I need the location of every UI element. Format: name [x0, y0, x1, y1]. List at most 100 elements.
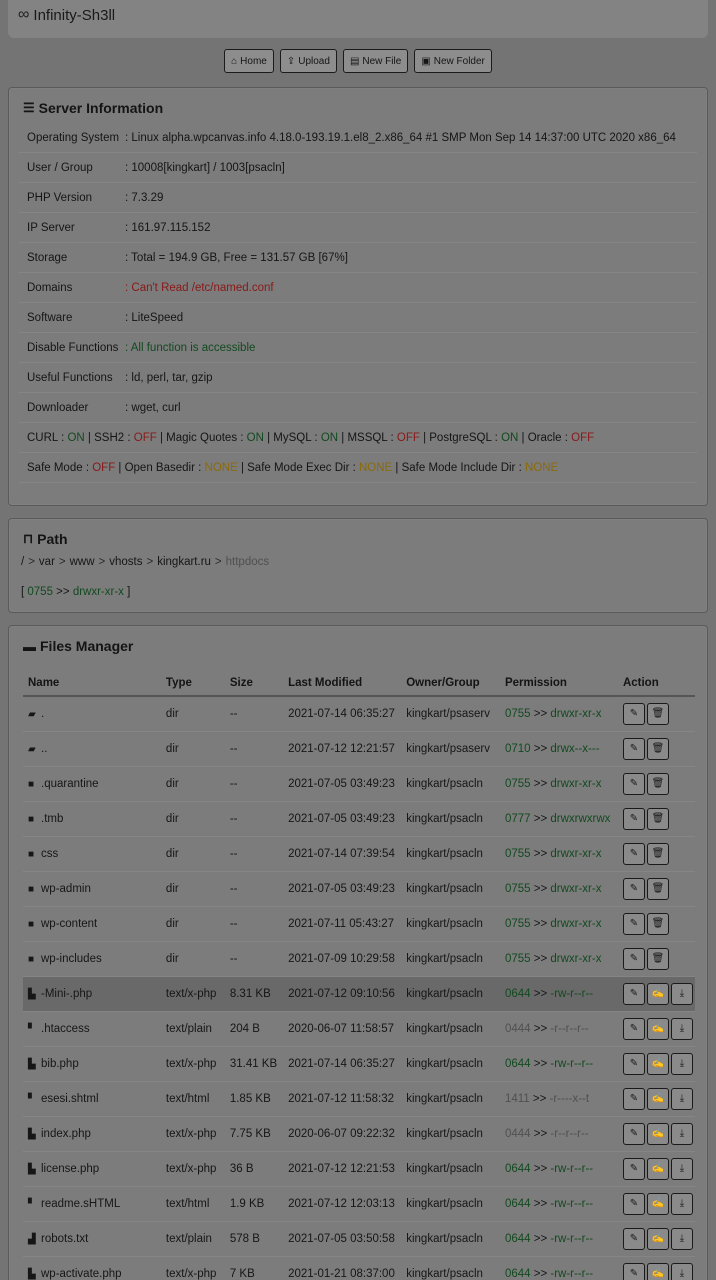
file-name[interactable]: .htaccess: [41, 1023, 90, 1035]
file-row[interactable]: ▟ robots.txt text/plain 578 B 2021-07-05 03:…: [23, 1221, 695, 1257]
file-name-cell[interactable]: ■ wp-admin: [23, 871, 161, 907]
file-row[interactable]: ■ wp-content dir -- 2021-07-11 05:43:27 kingk…: [23, 906, 695, 942]
download-button[interactable]: ⤓: [670, 1227, 693, 1250]
rename-button[interactable]: ✎: [622, 702, 645, 725]
file-permission[interactable]: 0755 >> drwxr-xr-x: [499, 766, 618, 802]
file-permission[interactable]: 0755 >> drwxr-xr-x: [499, 696, 618, 732]
rename-button[interactable]: ✎: [622, 807, 645, 830]
edit-file-button[interactable]: ✍: [646, 982, 669, 1005]
delete-button[interactable]: 🗑: [646, 772, 669, 795]
file-name[interactable]: readme.sHTML: [41, 1198, 120, 1210]
home-button[interactable]: ⌂ Home: [224, 49, 274, 73]
file-name-cell[interactable]: ▘ .htaccess: [23, 1011, 161, 1047]
breadcrumb-item[interactable]: var: [39, 556, 55, 568]
file-row[interactable]: ▰.. dir -- 2021-07-12 12:21:57 kingkart/psas…: [23, 731, 695, 767]
file-permission[interactable]: 0444 >> -r--r--r--: [499, 1011, 618, 1047]
file-name-cell[interactable]: ▘ esesi.shtml: [23, 1081, 161, 1117]
file-permission[interactable]: 0777 >> drwxrwxrwx: [499, 801, 618, 837]
file-row[interactable]: ▘ esesi.shtml text/html 1.85 KB 2021-07-12 1…: [23, 1081, 695, 1117]
file-row[interactable]: ■ .quarantine dir -- 2021-07-05 03:49:23 king…: [23, 766, 695, 802]
file-name-cell[interactable]: ▙ bib.php: [23, 1046, 161, 1082]
new-folder-button[interactable]: ▣ New Folder: [414, 49, 492, 73]
delete-button[interactable]: 🗑: [646, 877, 669, 900]
rename-button[interactable]: ✎: [622, 1227, 645, 1250]
file-name-cell[interactable]: ▰.: [23, 696, 161, 732]
file-permission[interactable]: 0755 >> drwxr-xr-x: [499, 906, 618, 942]
delete-button[interactable]: 🗑: [646, 947, 669, 970]
file-name[interactable]: bib.php: [41, 1058, 79, 1070]
delete-button[interactable]: 🗑: [646, 702, 669, 725]
rename-button[interactable]: ✎: [622, 772, 645, 795]
file-name[interactable]: robots.txt: [41, 1233, 88, 1245]
download-button[interactable]: ⤓: [670, 982, 693, 1005]
rename-button[interactable]: ✎: [622, 1052, 645, 1075]
file-name-cell[interactable]: ■ css: [23, 836, 161, 872]
file-name-cell[interactable]: ▘ readme.sHTML: [23, 1186, 161, 1222]
file-name-cell[interactable]: ▙ index.php: [23, 1116, 161, 1152]
breadcrumb-item[interactable]: vhosts: [109, 556, 142, 568]
delete-button[interactable]: 🗑: [646, 737, 669, 760]
file-row[interactable]: ▘ readme.sHTML text/html 1.9 KB 2021-07-12 1…: [23, 1186, 695, 1222]
file-name[interactable]: wp-includes: [41, 953, 102, 965]
file-row[interactable]: ▰. dir -- 2021-07-14 06:35:27 kingkart/psase…: [23, 696, 695, 732]
edit-file-button[interactable]: ✍: [646, 1017, 669, 1040]
edit-file-button[interactable]: ✍: [646, 1052, 669, 1075]
file-permission[interactable]: 0644 >> -rw-r--r--: [499, 1221, 618, 1257]
edit-file-button[interactable]: ✍: [646, 1122, 669, 1145]
rename-button[interactable]: ✎: [622, 947, 645, 970]
file-permission[interactable]: 0755 >> drwxr-xr-x: [499, 871, 618, 907]
file-row[interactable]: ■ css dir -- 2021-07-14 07:39:54 kingkart/psa…: [23, 836, 695, 872]
rename-button[interactable]: ✎: [622, 982, 645, 1005]
file-name[interactable]: .tmb: [41, 813, 63, 825]
rename-button[interactable]: ✎: [622, 737, 645, 760]
delete-button[interactable]: 🗑: [646, 842, 669, 865]
download-button[interactable]: ⤓: [670, 1157, 693, 1180]
delete-button[interactable]: 🗑: [646, 912, 669, 935]
file-permission[interactable]: 0644 >> -rw-r--r--: [499, 1186, 618, 1222]
file-row[interactable]: ▙ wp-activate.php text/x-php 7 KB 2021-01-21…: [23, 1256, 695, 1280]
breadcrumb-item[interactable]: www: [70, 556, 95, 568]
file-name[interactable]: wp-activate.php: [41, 1268, 122, 1280]
new-file-button[interactable]: ▤ New File: [342, 49, 409, 73]
file-name[interactable]: .quarantine: [41, 778, 99, 790]
rename-button[interactable]: ✎: [622, 1262, 645, 1280]
delete-button[interactable]: 🗑: [646, 807, 669, 830]
file-permission[interactable]: 0444 >> -r--r--r--: [499, 1116, 618, 1152]
download-button[interactable]: ⤓: [670, 1017, 693, 1040]
rename-button[interactable]: ✎: [622, 912, 645, 935]
file-name-cell[interactable]: ▙ -Mini-.php: [23, 976, 161, 1012]
download-button[interactable]: ⤓: [670, 1122, 693, 1145]
file-row[interactable]: ▙ -Mini-.php text/x-php 8.31 KB 2021-07-12 0…: [23, 976, 695, 1012]
file-name-cell[interactable]: ▰..: [23, 731, 161, 767]
file-permission[interactable]: 0644 >> -rw-r--r--: [499, 1151, 618, 1187]
file-name[interactable]: index.php: [41, 1128, 91, 1140]
file-name-cell[interactable]: ■ .quarantine: [23, 766, 161, 802]
edit-file-button[interactable]: ✍: [646, 1192, 669, 1215]
file-permission[interactable]: 0644 >> -rw-r--r--: [499, 1256, 618, 1280]
file-row[interactable]: ■ .tmb dir -- 2021-07-05 03:49:23 kingkart/ps…: [23, 801, 695, 837]
brand[interactable]: ∞ Infinity-Sh3ll: [18, 6, 115, 24]
edit-file-button[interactable]: ✍: [646, 1262, 669, 1280]
rename-button[interactable]: ✎: [622, 842, 645, 865]
upload-button[interactable]: ⇪ Upload: [279, 49, 337, 73]
file-permission[interactable]: 0755 >> drwxr-xr-x: [499, 836, 618, 872]
download-button[interactable]: ⤓: [670, 1052, 693, 1075]
file-permission[interactable]: 1411 >> -r----x--t: [499, 1081, 618, 1117]
file-name-cell[interactable]: ■ wp-content: [23, 906, 161, 942]
breadcrumb-item[interactable]: /: [21, 556, 24, 568]
edit-file-button[interactable]: ✍: [646, 1227, 669, 1250]
file-name[interactable]: .: [41, 708, 44, 720]
file-name[interactable]: -Mini-.php: [41, 988, 92, 1000]
file-name-cell[interactable]: ▙ license.php: [23, 1151, 161, 1187]
file-name-cell[interactable]: ▙ wp-activate.php: [23, 1256, 161, 1280]
file-name[interactable]: wp-admin: [41, 883, 91, 895]
rename-button[interactable]: ✎: [622, 877, 645, 900]
file-name[interactable]: css: [41, 848, 58, 860]
rename-button[interactable]: ✎: [622, 1122, 645, 1145]
file-permission[interactable]: 0755 >> drwxr-xr-x: [499, 941, 618, 977]
file-row[interactable]: ▙ license.php text/x-php 36 B 2021-07-12 12:…: [23, 1151, 695, 1187]
file-row[interactable]: ▙ bib.php text/x-php 31.41 KB 2021-07-14 06:…: [23, 1046, 695, 1082]
file-row[interactable]: ■ wp-includes dir -- 2021-07-09 10:29:58 king…: [23, 941, 695, 977]
file-name[interactable]: license.php: [41, 1163, 99, 1175]
download-button[interactable]: ⤓: [670, 1262, 693, 1280]
